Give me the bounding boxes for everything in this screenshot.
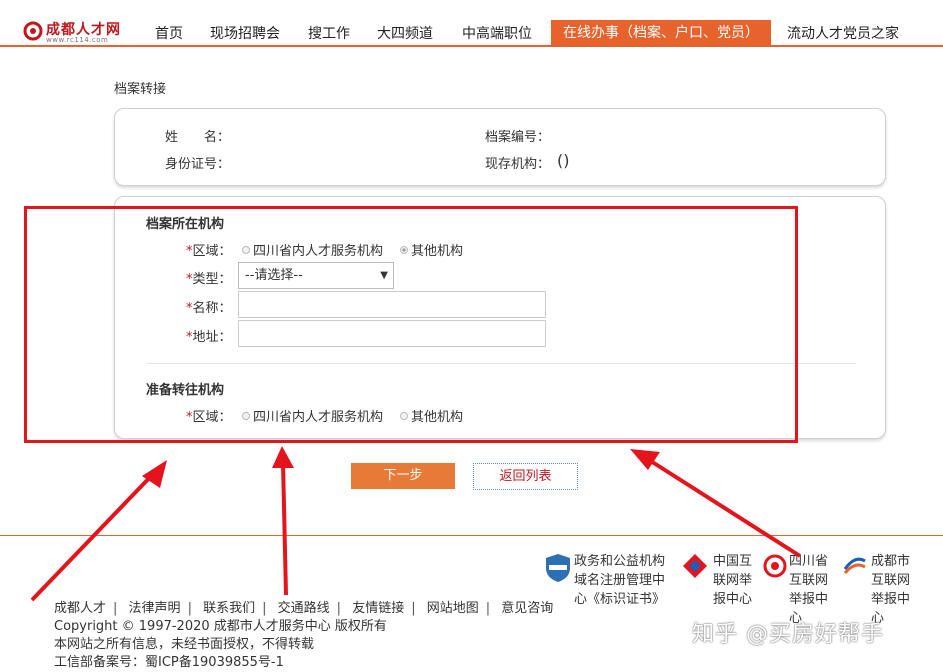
chengdu-report-icon[interactable] [842,553,868,579]
icp-text[interactable]: 工信部备案号：蜀ICP备19039855号-1 [54,651,284,670]
footer-link-contact[interactable]: 联系我们 [203,601,255,616]
annotation-arrow-right [630,449,802,558]
name-label: 姓 名： [165,130,231,145]
china-report-center-icon[interactable] [681,553,709,579]
footer-link-directions[interactable]: 交通路线 [278,601,330,616]
footer-link-rencai[interactable]: 成都人才 [54,601,106,616]
china-report-badge-text[interactable]: 中国互 联网举 报中心 [713,552,752,609]
page-title: 档案转接 [114,82,167,97]
gov-badge-text[interactable]: 政务和公益机构 域名注册管理中 心《标识证书》 [574,552,665,609]
info-panel [114,108,886,186]
footer-link-sitemap[interactable]: 网站地图 [427,601,479,616]
annotation-frame [24,206,798,443]
annotation-arrow-left [30,460,167,602]
current-org-value: () [557,151,570,170]
notice-text: 本网站之所有信息，未经书面授权，不得转载 [54,637,315,652]
nav-search-jobs[interactable]: 搜工作 [308,21,350,47]
current-org-label: 现存机构： [485,157,551,172]
site-header: 成都人才网 www.rc114.com 首页 现场招聘会 搜工作 大四频道 中高… [0,0,943,47]
logo-url: www.rc114.com [46,36,109,44]
id-number-label: 身份证号： [165,157,231,172]
nav-senior-positions[interactable]: 中高端职位 [462,21,532,47]
footer-link-legal[interactable]: 法律声明 [129,601,181,616]
copyright-text: Copyright © 1997-2020 成都市人才服务中心 版权所有 [54,619,387,634]
nav-home[interactable]: 首页 [155,21,183,47]
annotation-arrow-middle [272,446,294,596]
footer-links: 成都人才 | 法律声明 | 联系我们 | 交通路线 | 友情链接 | 网站地图 | 意见咨询 [54,601,554,616]
nav-job-fair[interactable]: 现场招聘会 [210,21,280,47]
footer-link-feedback[interactable]: 意见咨询 [501,601,553,616]
footer-link-friends[interactable]: 友情链接 [352,601,404,616]
nav-online-services[interactable]: 在线办事（档案、户口、党员） [551,20,771,47]
sichuan-report-icon[interactable] [763,552,787,580]
footer-divider [0,535,943,536]
site-logo[interactable]: 成都人才网 www.rc114.com [22,19,132,45]
zhihu-watermark: 知乎 @买房好帮手 [692,622,884,647]
file-number-label: 档案编号： [485,130,551,145]
nav-senior-channel[interactable]: 大四频道 [377,21,433,47]
nav-party-members[interactable]: 流动人才党员之家 [787,21,899,47]
back-to-list-button[interactable]: 返回列表 [473,463,578,490]
gov-shield-icon[interactable] [545,553,571,583]
next-step-button[interactable]: 下一步 [351,463,455,489]
logo-mark-icon [23,21,43,41]
